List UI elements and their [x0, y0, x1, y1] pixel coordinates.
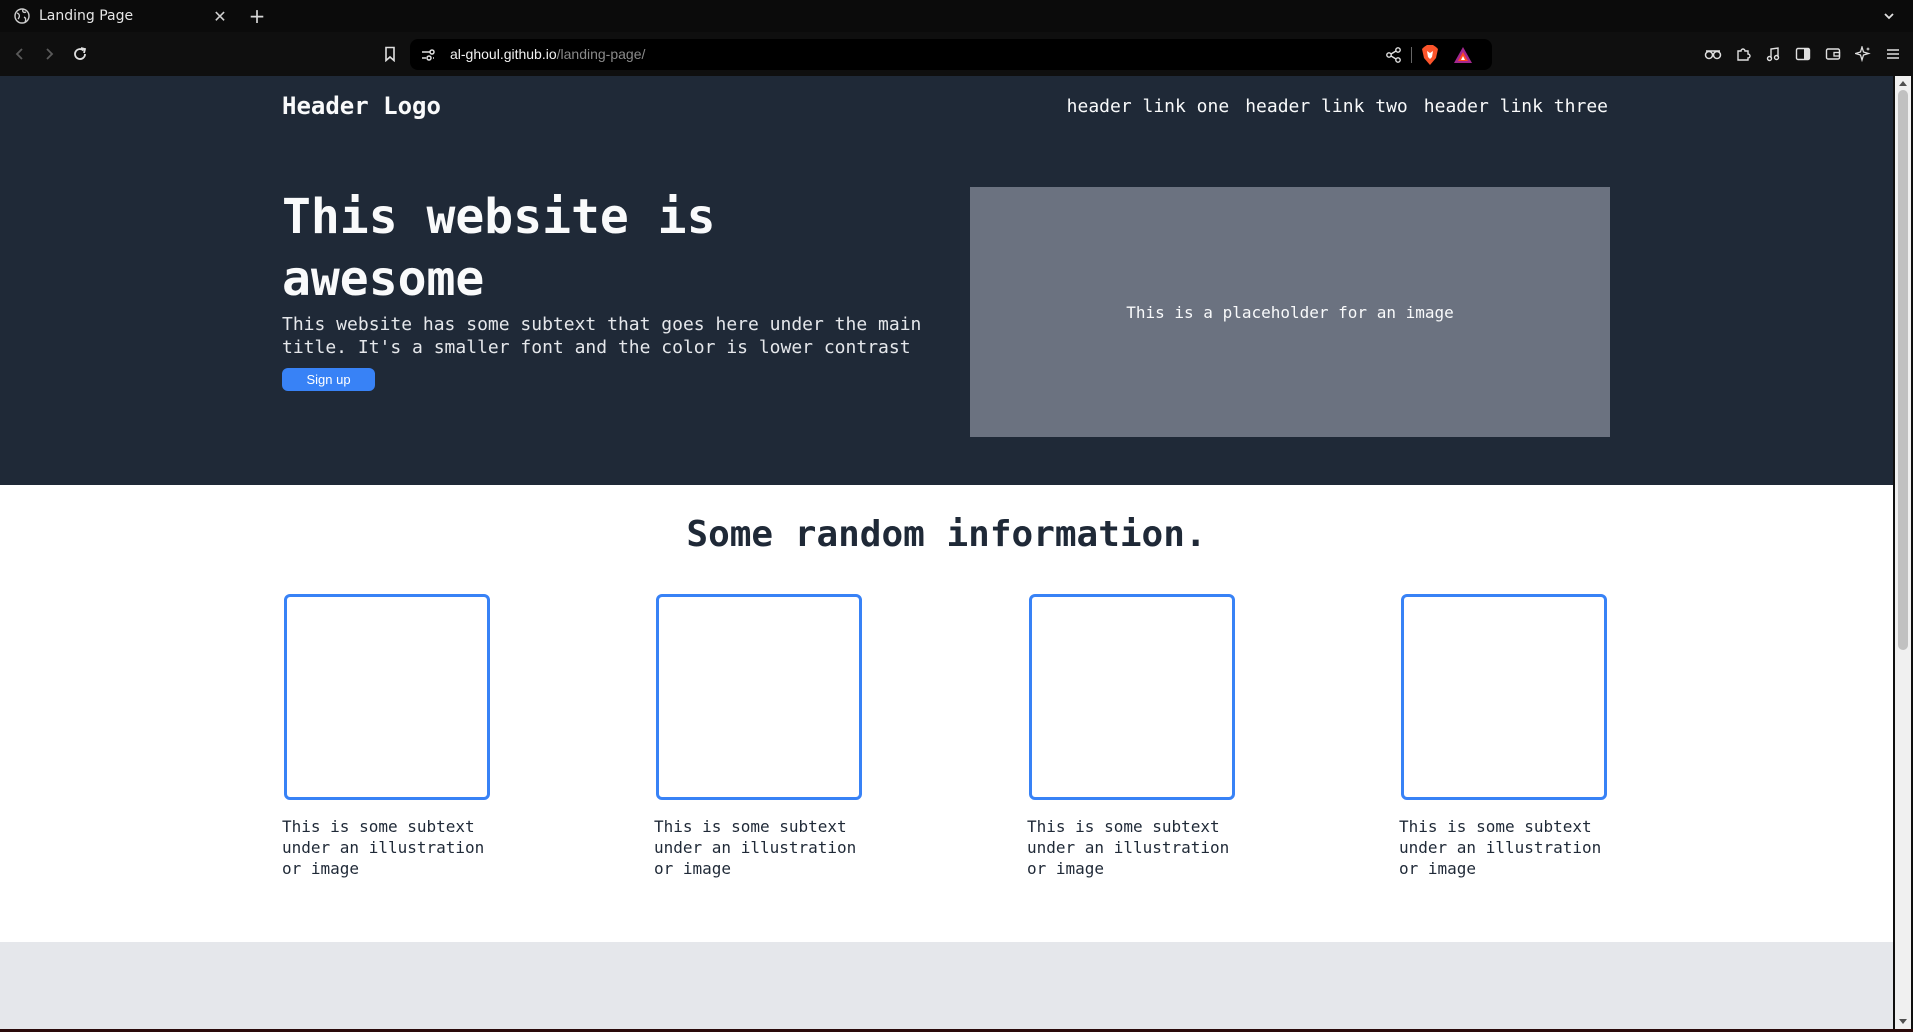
- info-section-title: Some random information.: [686, 514, 1207, 555]
- extensions-icon[interactable]: [1731, 42, 1755, 66]
- hero-subtitle: This website has some subtext that goes …: [282, 314, 922, 358]
- site-info-icon[interactable]: [418, 45, 438, 65]
- illustration-box: [1401, 594, 1607, 800]
- illustration-box: [656, 594, 862, 800]
- browser-toolbar: al-ghoul.github.io/landing-page/: [0, 32, 1913, 76]
- header-logo[interactable]: Header Logo: [282, 92, 441, 120]
- card-caption: This is some subtext under an illustrati…: [654, 817, 857, 878]
- header-link-two[interactable]: header link two: [1245, 96, 1408, 117]
- gray-section: [0, 942, 1893, 1029]
- hero-title: This website is awesome: [282, 189, 716, 307]
- info-card: This is some subtext under an illustrati…: [282, 594, 502, 879]
- illustration-box: [284, 594, 490, 800]
- sign-up-button[interactable]: Sign up: [282, 368, 375, 391]
- forward-icon[interactable]: [37, 42, 61, 66]
- leo-icon[interactable]: [1701, 42, 1725, 66]
- info-card: This is some subtext under an illustrati…: [1399, 594, 1619, 879]
- tab-close-icon[interactable]: ✕: [208, 4, 232, 28]
- card-caption: This is some subtext under an illustrati…: [1399, 817, 1602, 878]
- address-separator: [1411, 47, 1412, 63]
- media-icon[interactable]: [1761, 42, 1785, 66]
- ai-icon[interactable]: [1851, 42, 1875, 66]
- brave-shields-icon[interactable]: [1420, 44, 1440, 66]
- share-icon[interactable]: [1384, 45, 1404, 65]
- url-path: /landing-page/: [556, 46, 646, 62]
- header-nav: header link one header link two header l…: [1067, 96, 1608, 117]
- illustration-box: [1029, 594, 1235, 800]
- globe-icon: [14, 8, 30, 24]
- bookmark-icon[interactable]: [378, 42, 402, 66]
- tab-list-chevron-icon[interactable]: [1877, 4, 1901, 28]
- hero-section: Header Logo header link one header link …: [0, 76, 1893, 485]
- image-placeholder-text: This is a placeholder for an image: [1126, 302, 1454, 322]
- scroll-down-arrow-icon[interactable]: [1899, 1019, 1907, 1024]
- tab-bar: Landing Page ✕ +: [0, 0, 1913, 32]
- scroll-thumb[interactable]: [1898, 90, 1908, 650]
- new-tab-button[interactable]: +: [244, 3, 270, 29]
- url-host: al-ghoul.github.io: [450, 46, 557, 62]
- scroll-up-arrow-icon[interactable]: [1899, 81, 1907, 86]
- page-viewport: Header Logo header link one header link …: [0, 76, 1893, 1029]
- back-icon[interactable]: [8, 42, 32, 66]
- hero-image-placeholder: This is a placeholder for an image: [970, 187, 1610, 437]
- info-card: This is some subtext under an illustrati…: [654, 594, 874, 879]
- card-caption: This is some subtext under an illustrati…: [1027, 817, 1230, 878]
- info-card: This is some subtext under an illustrati…: [1027, 594, 1247, 879]
- toolbar-actions: [1701, 42, 1905, 66]
- wallet-icon[interactable]: [1821, 42, 1845, 66]
- url-text: al-ghoul.github.io/landing-page/: [450, 46, 645, 62]
- tab-title: Landing Page: [39, 8, 134, 24]
- address-bar[interactable]: al-ghoul.github.io/landing-page/: [410, 39, 1492, 70]
- sidebar-icon[interactable]: [1791, 42, 1815, 66]
- page-scrollbar[interactable]: [1895, 76, 1911, 1029]
- browser-tab[interactable]: Landing Page ✕: [4, 2, 236, 30]
- reload-icon[interactable]: [68, 42, 92, 66]
- menu-icon[interactable]: [1881, 42, 1905, 66]
- brave-rewards-icon[interactable]: [1452, 45, 1474, 65]
- header-link-one[interactable]: header link one: [1067, 96, 1230, 117]
- header-link-three[interactable]: header link three: [1424, 96, 1608, 117]
- card-caption: This is some subtext under an illustrati…: [282, 817, 485, 878]
